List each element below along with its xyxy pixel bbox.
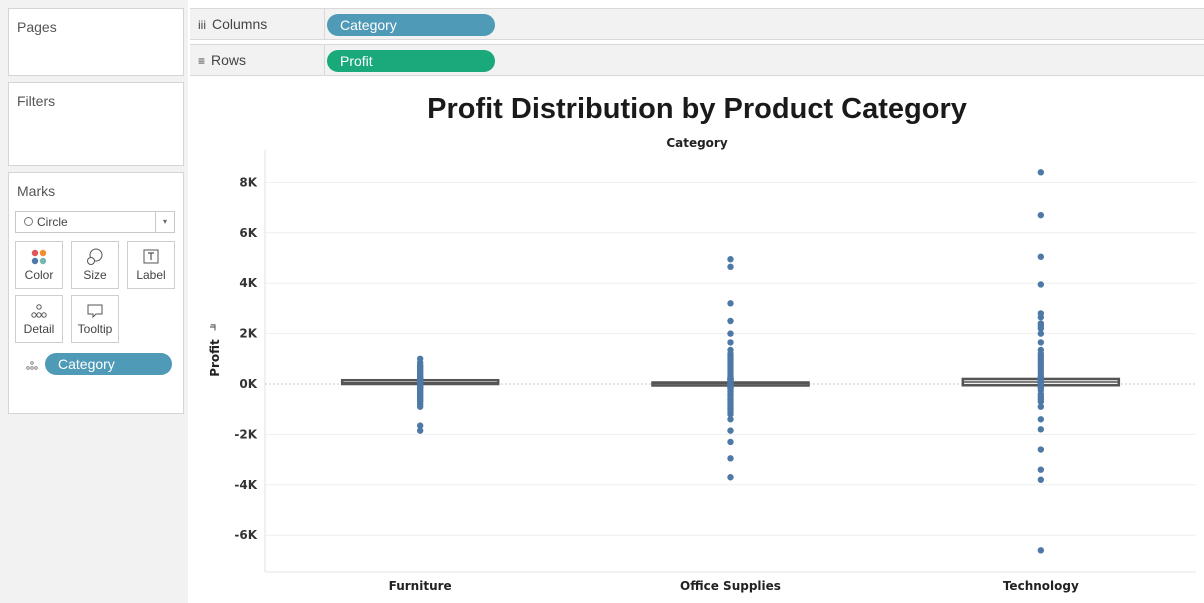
- tooltip-label: Tooltip: [77, 322, 113, 336]
- x-axis-labels: Furniture Office Supplies Technology: [389, 579, 1079, 593]
- data-point: [416, 374, 424, 381]
- detail-category-pill[interactable]: Category: [45, 353, 172, 375]
- side-panel: Pages Filters Marks Circle ▾ Color Size …: [0, 0, 188, 603]
- data-point: [727, 300, 734, 307]
- y-tick-label: 0K: [239, 377, 257, 391]
- marks-card: Marks Circle ▾ Color Size Label Detail T…: [8, 172, 184, 414]
- profit-chart[interactable]: 8K 6K 4K 2K 0K -2K -4K -6K Profit Furniture Offic…: [190, 80, 1204, 603]
- data-point: [1037, 314, 1045, 321]
- text-label-icon: [128, 248, 174, 266]
- y-tick-label: -4K: [234, 478, 257, 492]
- size-label: Size: [83, 268, 107, 282]
- rows-label-text: Rows: [211, 52, 247, 68]
- pin-icon: [210, 324, 216, 331]
- shelf-divider: [324, 9, 325, 39]
- filters-card[interactable]: Filters: [8, 82, 184, 166]
- data-point: [1037, 169, 1045, 176]
- detail-icon: [16, 302, 62, 320]
- rows-shelf: ≡ Rows Profit: [190, 44, 1204, 76]
- data-point: [727, 339, 734, 346]
- y-axis: 8K 6K 4K 2K 0K -2K -4K -6K Profit: [208, 150, 1196, 573]
- data-point: [727, 374, 734, 381]
- data-point: [1037, 339, 1045, 346]
- data-point: [1037, 466, 1045, 473]
- data-point: [1037, 253, 1045, 260]
- data-point: [1037, 281, 1045, 288]
- data-point: [1037, 330, 1045, 337]
- data-point: [727, 427, 734, 434]
- columns-icon: iii: [198, 18, 206, 32]
- filters-title: Filters: [17, 93, 56, 109]
- y-tick-label: 6K: [239, 226, 257, 240]
- data-point: [1037, 476, 1045, 483]
- color-button[interactable]: Color: [15, 241, 63, 289]
- data-point: [727, 317, 734, 325]
- chevron-down-icon[interactable]: ▾: [155, 212, 174, 232]
- mark-type-dropdown[interactable]: Circle ▾: [15, 211, 175, 233]
- rows-icon: ≡: [198, 54, 206, 68]
- shelf-divider: [324, 45, 325, 75]
- pages-card[interactable]: Pages: [8, 8, 184, 76]
- label-label: Label: [136, 268, 166, 282]
- data-point: [727, 455, 734, 462]
- y-tick-label: -6K: [234, 528, 257, 542]
- data-point: [727, 330, 734, 337]
- size-button[interactable]: Size: [71, 241, 119, 289]
- columns-shelf: iii Columns Category: [190, 8, 1204, 40]
- visualization-area: Profit Distribution by Product Category …: [190, 80, 1204, 603]
- marks-title: Marks: [17, 183, 56, 199]
- color-label: Color: [24, 268, 54, 282]
- x-tick-label: Technology: [1003, 579, 1079, 593]
- data-point: [1037, 374, 1045, 381]
- y-axis-title: Profit: [208, 339, 222, 377]
- rows-shelf-label: ≡ Rows: [198, 52, 246, 68]
- color-icon: [16, 248, 62, 266]
- data-point: [1037, 211, 1045, 219]
- size-icon: [72, 248, 118, 266]
- circle-icon: [24, 217, 33, 226]
- data-point: [416, 403, 424, 410]
- data-point: [727, 263, 734, 271]
- data-point: [1037, 403, 1045, 410]
- detail-button[interactable]: Detail: [15, 295, 63, 343]
- columns-shelf-label: iii Columns: [198, 16, 267, 32]
- tooltip-button[interactable]: Tooltip: [71, 295, 119, 343]
- data-point: [727, 416, 734, 423]
- detail-label: Detail: [23, 322, 55, 336]
- data-point: [416, 427, 424, 434]
- data-point: [727, 438, 734, 446]
- data-point: [727, 256, 734, 263]
- pages-title: Pages: [17, 19, 57, 35]
- x-tick-label: Furniture: [389, 579, 452, 593]
- x-tick-label: Office Supplies: [680, 579, 781, 593]
- mark-type-label: Circle: [37, 215, 68, 229]
- data-point: [1037, 446, 1045, 453]
- data-point: [727, 474, 734, 481]
- columns-category-pill[interactable]: Category: [327, 14, 495, 36]
- label-button[interactable]: Label: [127, 241, 175, 289]
- detail-field-icon: [25, 357, 39, 375]
- data-point: [1037, 547, 1045, 554]
- tooltip-icon: [72, 302, 118, 320]
- y-tick-label: 2K: [239, 327, 257, 341]
- data-point: [1037, 416, 1045, 423]
- mark-type-value: Circle: [24, 215, 68, 229]
- y-tick-label: -2K: [234, 427, 257, 441]
- columns-label-text: Columns: [212, 16, 268, 32]
- y-tick-label: 4K: [239, 276, 257, 290]
- rows-profit-pill[interactable]: Profit: [327, 50, 495, 72]
- data-points: [416, 169, 1045, 554]
- data-point: [1037, 426, 1045, 433]
- y-tick-label: 8K: [239, 175, 257, 189]
